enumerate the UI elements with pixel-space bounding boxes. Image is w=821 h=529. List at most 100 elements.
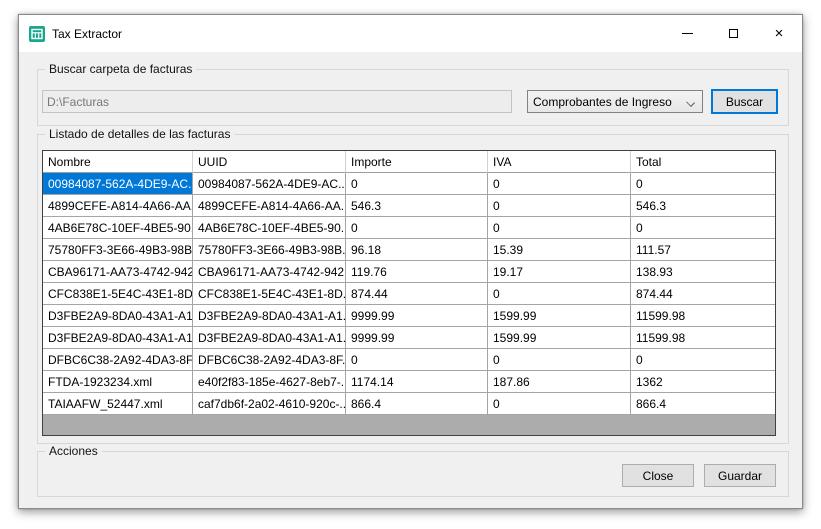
table-cell[interactable]: caf7db6f-2a02-4610-920c-... (193, 393, 346, 415)
buscar-button-label: Buscar (725, 94, 764, 109)
table-row: FTDA-1923234.xml e40f2f83-185e-4627-8eb7-… (43, 371, 775, 393)
table-cell[interactable]: FTDA-1923234.xml (43, 371, 193, 393)
table-cell[interactable]: 0 (631, 349, 775, 371)
table-cell[interactable]: 546.3 (346, 195, 488, 217)
table-cell[interactable]: 0 (488, 217, 631, 239)
guardar-button[interactable]: Guardar (704, 464, 776, 487)
table-cell[interactable]: 15.39 (488, 239, 631, 261)
title-bar[interactable]: Tax Extractor × (19, 15, 802, 52)
table-row: 4AB6E78C-10EF-4BE5-90... 4AB6E78C-10EF-4B… (43, 217, 775, 239)
window-controls: × (664, 15, 802, 52)
table-cell[interactable]: 1599.99 (488, 327, 631, 349)
table-cell[interactable]: 9999.99 (346, 327, 488, 349)
actions-groupbox: Acciones Close Guardar (37, 444, 789, 497)
column-header[interactable]: Importe (346, 151, 488, 173)
invoice-table-header: Nombre UUID Importe IVA Total (43, 151, 775, 173)
table-cell[interactable]: 0 (488, 283, 631, 305)
maximize-button[interactable] (710, 15, 756, 52)
table-row: 4899CEFE-A814-4A66-AA... 4899CEFE-A814-4A… (43, 195, 775, 217)
document-type-dropdown[interactable]: Comprobantes de Ingreso (527, 90, 703, 113)
close-button-label: Close (642, 468, 674, 483)
table-cell[interactable]: 874.44 (346, 283, 488, 305)
table-cell[interactable]: 0 (488, 173, 631, 195)
table-cell[interactable]: 75780FF3-3E66-49B3-98B... (193, 239, 346, 261)
table-cell[interactable]: D3FBE2A9-8DA0-43A1-A1... (193, 327, 346, 349)
table-cell[interactable]: 866.4 (346, 393, 488, 415)
table-cell[interactable]: 0 (488, 195, 631, 217)
table-cell[interactable]: 1362 (631, 371, 775, 393)
invoice-table-body: 00984087-562A-4DE9-AC... 00984087-562A-4D… (43, 173, 775, 415)
table-cell[interactable]: 00984087-562A-4DE9-AC... (43, 173, 193, 195)
table-row: 00984087-562A-4DE9-AC... 00984087-562A-4D… (43, 173, 775, 195)
search-groupbox: Buscar carpeta de facturas Comprobantes … (37, 62, 789, 126)
table-cell[interactable]: 0 (346, 217, 488, 239)
table-cell[interactable]: 0 (631, 173, 775, 195)
close-button[interactable]: Close (622, 464, 694, 487)
app-window: Tax Extractor × Buscar carpeta de factur… (18, 14, 803, 509)
table-cell[interactable]: 96.18 (346, 239, 488, 261)
table-cell[interactable]: 4899CEFE-A814-4A66-AA... (43, 195, 193, 217)
table-cell[interactable]: 4AB6E78C-10EF-4BE5-90... (43, 217, 193, 239)
invoice-table[interactable]: Nombre UUID Importe IVA Total 00984087-562A-… (42, 150, 776, 436)
chevron-down-icon (686, 98, 695, 107)
table-cell[interactable]: DFBC6C38-2A92-4DA3-8F... (43, 349, 193, 371)
column-header[interactable]: Total (631, 151, 775, 173)
table-cell[interactable]: TAIAAFW_52447.xml (43, 393, 193, 415)
table-cell[interactable]: 187.86 (488, 371, 631, 393)
close-window-button[interactable]: × (756, 15, 802, 52)
table-cell[interactable]: D3FBE2A9-8DA0-43A1-A1... (43, 327, 193, 349)
table-row: D3FBE2A9-8DA0-43A1-A1... D3FBE2A9-8DA0-43… (43, 327, 775, 349)
table-row: CBA96171-AA73-4742-942... CBA96171-AA73-4… (43, 261, 775, 283)
actions-groupbox-label: Acciones (45, 444, 102, 458)
app-icon (29, 25, 45, 42)
table-row: TAIAAFW_52447.xml caf7db6f-2a02-4610-920c… (43, 393, 775, 415)
table-cell[interactable]: 111.57 (631, 239, 775, 261)
table-cell[interactable]: 0 (631, 217, 775, 239)
column-header[interactable]: Nombre (43, 151, 193, 173)
minimize-icon (681, 33, 693, 34)
table-row: CFC838E1-5E4C-43E1-8D... CFC838E1-5E4C-43… (43, 283, 775, 305)
table-cell[interactable]: CFC838E1-5E4C-43E1-8D... (43, 283, 193, 305)
table-cell[interactable]: CBA96171-AA73-4742-942... (193, 261, 346, 283)
table-cell[interactable]: 1599.99 (488, 305, 631, 327)
window-title: Tax Extractor (52, 26, 123, 41)
table-cell[interactable]: 0 (346, 349, 488, 371)
table-cell[interactable]: DFBC6C38-2A92-4DA3-8F... (193, 349, 346, 371)
search-groupbox-label: Buscar carpeta de facturas (45, 62, 197, 76)
table-row: 75780FF3-3E66-49B3-98B... 75780FF3-3E66-4… (43, 239, 775, 261)
table-cell[interactable]: 0 (488, 393, 631, 415)
table-cell[interactable]: 11599.98 (631, 305, 775, 327)
guardar-button-label: Guardar (717, 468, 763, 483)
buscar-button[interactable]: Buscar (711, 89, 778, 114)
close-icon: × (774, 25, 784, 42)
folder-path-input[interactable] (42, 90, 512, 113)
table-cell[interactable]: 866.4 (631, 393, 775, 415)
table-cell[interactable]: 00984087-562A-4DE9-AC... (193, 173, 346, 195)
table-cell[interactable]: 75780FF3-3E66-49B3-98B... (43, 239, 193, 261)
table-cell[interactable]: D3FBE2A9-8DA0-43A1-A1... (193, 305, 346, 327)
document-type-dropdown-value: Comprobantes de Ingreso (533, 94, 672, 109)
table-cell[interactable]: D3FBE2A9-8DA0-43A1-A1... (43, 305, 193, 327)
table-cell[interactable]: 9999.99 (346, 305, 488, 327)
table-cell[interactable]: 4899CEFE-A814-4A66-AA... (193, 195, 346, 217)
table-cell[interactable]: 874.44 (631, 283, 775, 305)
invoice-list-groupbox: Listado de detalles de las facturas Nomb… (37, 127, 789, 444)
table-row: DFBC6C38-2A92-4DA3-8F... DFBC6C38-2A92-4D… (43, 349, 775, 371)
table-cell[interactable]: 19.17 (488, 261, 631, 283)
column-header[interactable]: IVA (488, 151, 631, 173)
table-cell[interactable]: 4AB6E78C-10EF-4BE5-90... (193, 217, 346, 239)
table-cell[interactable]: 0 (346, 173, 488, 195)
table-cell[interactable]: 119.76 (346, 261, 488, 283)
table-cell[interactable]: CBA96171-AA73-4742-942... (43, 261, 193, 283)
table-cell[interactable]: 0 (488, 349, 631, 371)
table-cell[interactable]: e40f2f83-185e-4627-8eb7-... (193, 371, 346, 393)
maximize-icon (728, 29, 738, 38)
minimize-button[interactable] (664, 15, 710, 52)
invoice-list-groupbox-label: Listado de detalles de las facturas (45, 127, 235, 141)
table-cell[interactable]: 138.93 (631, 261, 775, 283)
table-cell[interactable]: 546.3 (631, 195, 775, 217)
table-cell[interactable]: CFC838E1-5E4C-43E1-8D... (193, 283, 346, 305)
table-cell[interactable]: 1174.14 (346, 371, 488, 393)
column-header[interactable]: UUID (193, 151, 346, 173)
table-cell[interactable]: 11599.98 (631, 327, 775, 349)
